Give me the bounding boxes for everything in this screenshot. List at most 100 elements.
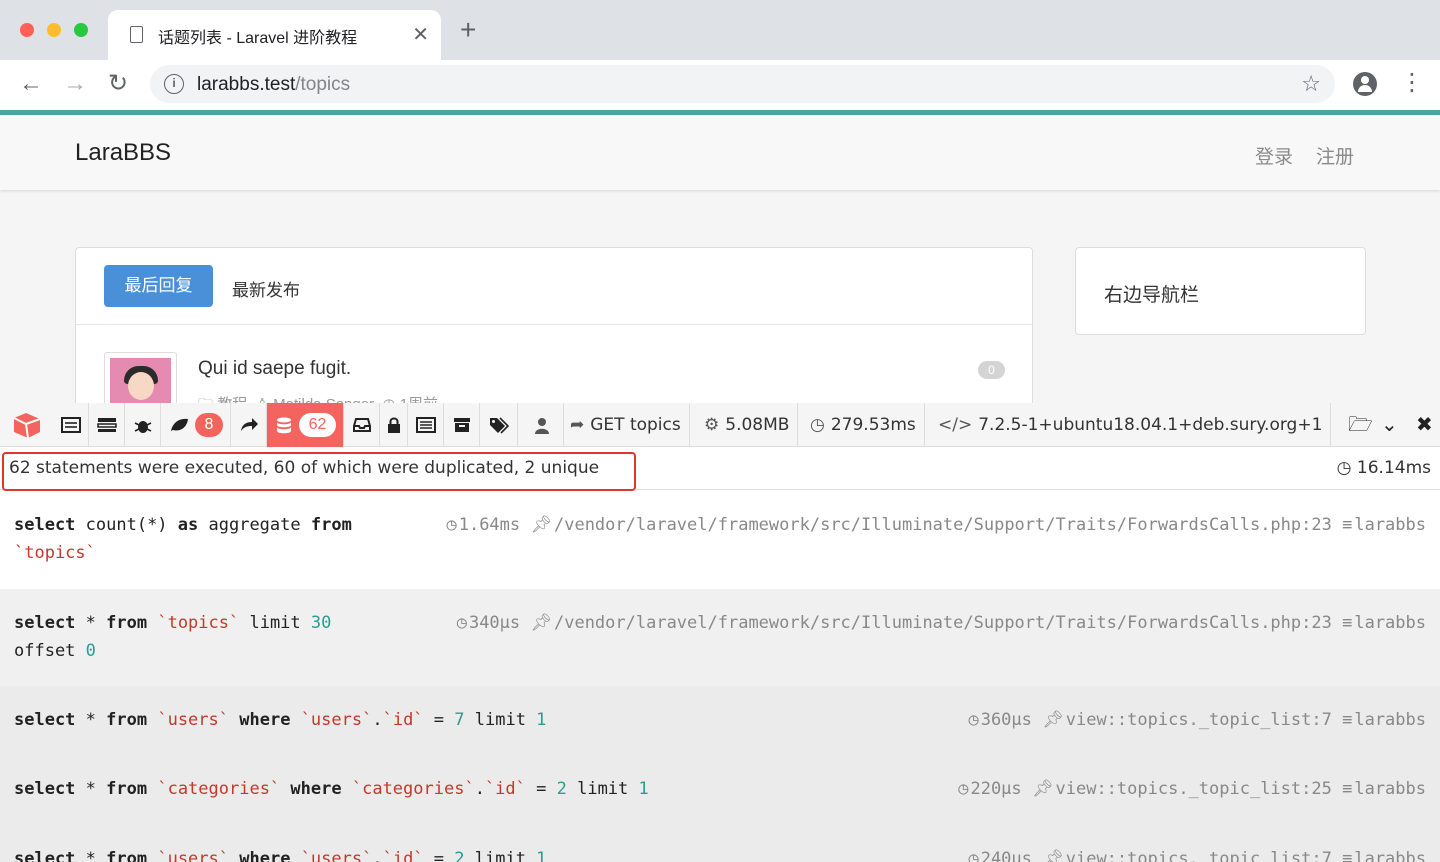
- tasks-icon: [97, 418, 117, 432]
- thumbtack-icon: 📌︎: [1031, 779, 1054, 799]
- browser-toolbar: ← → ↻ i larabbs.test/topics ☆: [0, 60, 1440, 110]
- memory-indicator[interactable]: ⚙ 5.08MB: [704, 403, 799, 447]
- sql-text: select * from `categories` where `catego…: [14, 779, 649, 799]
- query-row[interactable]: select * from `categories` where `catego…: [0, 756, 1440, 826]
- tags-icon: [490, 417, 509, 434]
- duration-indicator[interactable]: ◷ 279.53ms: [810, 403, 925, 447]
- document-icon: [130, 26, 143, 43]
- query-params: ◷ 360μs 📌︎ view::topics._topic_list:7 ≡ lar…: [968, 710, 1426, 730]
- register-link[interactable]: 注册: [1316, 142, 1354, 169]
- sql-text: select count(*) as aggregate from `topic…: [14, 515, 352, 563]
- share-icon: [241, 418, 258, 431]
- database-icon: ≡: [1342, 779, 1353, 799]
- sql-text: select * from `users` where `users`.`id`…: [14, 710, 547, 730]
- tab-exceptions[interactable]: [125, 403, 161, 447]
- login-link[interactable]: 登录: [1255, 142, 1293, 169]
- inbox-icon: [353, 418, 371, 432]
- query-row[interactable]: select * from `users` where `users`.`id`…: [0, 686, 1440, 756]
- query-params: ◷ 220μs 📌︎ view::topics._topic_list:25 ≡ la…: [958, 779, 1426, 799]
- profile-icon[interactable]: [1353, 72, 1377, 96]
- clock-icon: ◷: [456, 613, 467, 633]
- clock-icon: ◷: [810, 415, 825, 435]
- brand-link[interactable]: LaraBBS: [75, 139, 171, 167]
- topic-title-link[interactable]: Qui id saepe fugit.: [198, 358, 351, 380]
- database-icon: [277, 417, 291, 434]
- reload-icon[interactable]: ↻: [108, 70, 128, 98]
- clock-icon: ◷: [958, 779, 969, 799]
- user-icon: [535, 418, 549, 434]
- tab-last-reply[interactable]: 最后回复: [104, 265, 213, 307]
- info-icon[interactable]: i: [164, 74, 184, 94]
- thumbtack-icon: 📌︎: [530, 613, 552, 633]
- cogs-icon: ⚙: [704, 415, 720, 435]
- share-icon: ➦: [570, 415, 585, 435]
- laravel-logo-icon[interactable]: [12, 412, 42, 439]
- url-text: larabbs.test/topics: [197, 74, 351, 95]
- tab-views[interactable]: 8: [161, 403, 231, 447]
- maximize-window-button[interactable]: [74, 23, 88, 37]
- tab-queries[interactable]: 62: [267, 403, 344, 447]
- tab-mails[interactable]: [344, 403, 380, 447]
- bug-icon: [134, 421, 152, 433]
- thumbtack-icon: 📌︎: [1042, 849, 1064, 862]
- chevron-down-icon[interactable]: ⌄: [1381, 413, 1398, 437]
- tab-session[interactable]: [444, 403, 480, 447]
- query-params: ◷ 1.64ms 📌︎/vendor/laravel/framework/src/…: [446, 515, 1426, 535]
- tab-messages[interactable]: [52, 403, 89, 447]
- open-folder-icon[interactable]: 🗁: [1348, 413, 1373, 437]
- tab-route[interactable]: [231, 403, 267, 447]
- clock-icon: ◷: [968, 849, 979, 862]
- tab-timeline[interactable]: [89, 403, 125, 447]
- list-icon: [61, 417, 81, 433]
- forward-icon[interactable]: →: [63, 70, 87, 98]
- queries-total-time: ◷ 16.14ms: [1336, 458, 1431, 478]
- database-icon: ≡: [1342, 849, 1353, 862]
- new-tab-icon[interactable]: +: [460, 16, 476, 44]
- sql-text: select * from `topics` limit 30 offset 0: [14, 613, 332, 661]
- tab-auth[interactable]: [380, 403, 408, 447]
- query-row[interactable]: select count(*) as aggregate from `topic…: [0, 491, 1440, 589]
- bookmark-star-icon[interactable]: ☆: [1301, 71, 1321, 97]
- query-params: ◷ 340μs 📌︎/vendor/laravel/framework/src/I…: [456, 613, 1426, 633]
- more-menu-icon[interactable]: ⋮: [1400, 68, 1424, 98]
- tab-title: 话题列表 - Laravel 进阶教程: [158, 30, 358, 47]
- debugbar-header: 8 62 ➦ GET topics ⚙ 5.08MB ◷ 279.53ms </…: [0, 403, 1440, 447]
- lock-icon: [388, 417, 400, 433]
- close-icon[interactable]: ✖: [1416, 413, 1433, 437]
- tab-request[interactable]: [408, 403, 444, 447]
- database-icon: ≡: [1342, 613, 1353, 633]
- php-version-indicator[interactable]: </> 7.2.5-1+ubuntu18.04.1+deb.sury.org+1: [938, 403, 1332, 447]
- messages-count-badge: 8: [195, 413, 223, 437]
- leaf-icon: [171, 418, 188, 431]
- database-icon: ≡: [1342, 710, 1353, 730]
- archive-icon: [454, 418, 470, 432]
- clock-icon: ◷: [446, 515, 457, 535]
- sidebar-title: 右边导航栏: [1104, 285, 1200, 306]
- debugbar: 8 62 ➦ GET topics ⚙ 5.08MB ◷ 279.53ms </…: [0, 403, 1440, 862]
- thumbtack-icon: 📌︎: [1042, 710, 1064, 730]
- back-icon[interactable]: ←: [19, 70, 43, 98]
- code-icon: </>: [938, 415, 973, 435]
- sidebar-card: 右边导航栏: [1075, 247, 1366, 335]
- address-bar[interactable]: i larabbs.test/topics ☆: [150, 65, 1335, 103]
- close-window-button[interactable]: [20, 23, 34, 37]
- query-row[interactable]: select * from `users` where `users`.`id`…: [0, 826, 1440, 862]
- close-tab-icon[interactable]: ✕: [412, 22, 429, 47]
- minimize-window-button[interactable]: [47, 23, 61, 37]
- query-params: ◷ 240μs 📌︎ view::topics._topic_list:7 ≡ lar…: [968, 845, 1426, 862]
- queries-count-badge: 62: [299, 413, 336, 437]
- list-alt-icon: [416, 417, 436, 433]
- query-row[interactable]: select * from `topics` limit 30 offset 0…: [0, 589, 1440, 686]
- route-indicator[interactable]: ➦ GET topics: [570, 403, 690, 447]
- clock-icon: ◷: [1336, 458, 1357, 478]
- sql-text: select * from `users` where `users`.`id`…: [14, 849, 547, 862]
- reply-count-badge: 0: [978, 361, 1005, 379]
- annotation-highlight-box: [2, 452, 636, 491]
- browser-tab[interactable]: 话题列表 - Laravel 进阶教程 ✕: [108, 10, 441, 60]
- tab-newest[interactable]: 最新发布: [232, 276, 300, 301]
- thumbtack-icon: 📌︎: [530, 515, 552, 535]
- tab-user[interactable]: [518, 403, 564, 447]
- database-icon: ≡: [1342, 515, 1353, 535]
- site-navbar: LaraBBS 登录 注册: [0, 115, 1440, 190]
- tab-models[interactable]: [480, 403, 518, 447]
